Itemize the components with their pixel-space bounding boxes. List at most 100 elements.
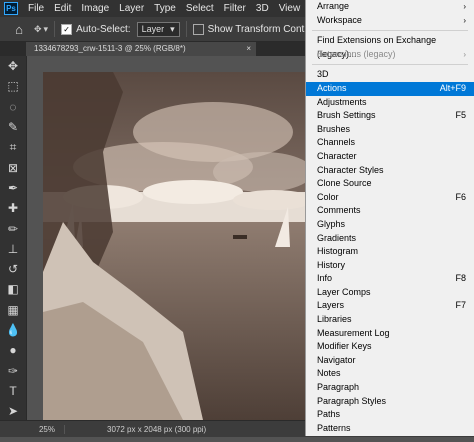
document-title: 1334678293_crw-1511-3 @ 25% (RGB/8*)	[34, 44, 186, 53]
menu-item-label: Character Styles	[317, 164, 384, 175]
menu-item-workspace[interactable]: Workspace ›	[306, 14, 474, 28]
menu-item-label: Patterns	[317, 422, 351, 433]
menu-item-label: History	[317, 259, 346, 270]
quick-select-icon[interactable]: ✎	[0, 117, 26, 137]
menu-item-actions[interactable]: Actions Alt+F9	[306, 81, 474, 96]
menu-item-histogram[interactable]: Histogram	[306, 245, 474, 259]
menu-item-label: Brushes	[317, 123, 351, 134]
document-info[interactable]: 3072 px x 2048 px (300 ppi)	[107, 425, 206, 434]
menu-edit[interactable]: Edit	[49, 0, 76, 17]
move-tool-preset[interactable]: ✥ ▾	[34, 24, 48, 35]
menu-item-patterns[interactable]: Patterns	[306, 422, 474, 436]
menu-item-arrange[interactable]: Arrange ›	[306, 0, 474, 14]
menu-item-label: Measurement Log	[317, 327, 390, 338]
menu-item-info[interactable]: Info F8	[306, 272, 474, 286]
chevron-down-icon: ▾	[43, 23, 49, 34]
path-select-icon[interactable]: ➤	[0, 401, 26, 421]
menu-item-history[interactable]: History	[306, 259, 474, 273]
menu-3d[interactable]: 3D	[251, 0, 274, 17]
menu-item-character-styles[interactable]: Character Styles	[306, 164, 474, 178]
menu-item-brushes[interactable]: Brushes	[306, 123, 474, 137]
menu-item-label: Extensions (legacy)	[317, 48, 396, 59]
menu-item-shortcut: F6	[455, 191, 466, 202]
menu-item-label: Layers	[317, 300, 345, 311]
auto-select-label: Auto-Select:	[76, 23, 131, 35]
zoom-level[interactable]: 25%	[30, 424, 65, 434]
lasso-icon[interactable]: ◌	[0, 97, 26, 117]
chevron-right-icon: ›	[463, 2, 466, 11]
auto-select-dropdown[interactable]: Layer ▾	[136, 21, 180, 37]
brush-icon[interactable]: ✏	[0, 218, 26, 238]
menu-separator	[312, 30, 468, 32]
history-brush-icon[interactable]: ↺	[0, 259, 26, 279]
menu-item-shortcut: F8	[455, 273, 466, 284]
menu-item-clone-source[interactable]: Clone Source	[306, 177, 474, 191]
menu-item-channels[interactable]: Channels	[306, 136, 474, 150]
eraser-icon[interactable]: ◧	[0, 279, 26, 299]
menu-item-shortcut: F5	[455, 110, 466, 121]
menu-view[interactable]: View	[274, 0, 306, 17]
document-image[interactable]	[43, 72, 305, 420]
healing-brush-icon[interactable]: ✚	[0, 198, 26, 218]
auto-select-value: Layer	[141, 24, 165, 34]
menu-select[interactable]: Select	[181, 0, 219, 17]
gradient-icon[interactable]: ▦	[0, 300, 26, 320]
type-icon[interactable]: T	[0, 381, 26, 401]
menu-item-label: Color	[317, 191, 339, 202]
photoshop-logo[interactable]: Ps	[4, 2, 18, 15]
crop-icon[interactable]: ⌗	[0, 137, 26, 157]
frame-icon[interactable]: ⊠	[0, 157, 26, 177]
menu-type[interactable]: Type	[149, 0, 181, 17]
menu-item-notes[interactable]: Notes	[306, 367, 474, 381]
menu-item-adjustments[interactable]: Adjustments	[306, 96, 474, 110]
blur-icon[interactable]: 💧	[0, 320, 26, 340]
menu-item-3d[interactable]: 3D	[306, 68, 474, 82]
menu-item-color[interactable]: Color F6	[306, 191, 474, 205]
menu-item-label: Paragraph	[317, 382, 360, 393]
menu-item-label: Character	[317, 150, 357, 161]
menu-item-navigator[interactable]: Navigator	[306, 354, 474, 368]
menu-item-label: Find Extensions on Exchange (legacy)...	[317, 35, 437, 59]
menu-item-gradients[interactable]: Gradients	[306, 232, 474, 246]
menu-item-label: Actions	[317, 82, 347, 93]
menu-item-libraries[interactable]: Libraries	[306, 313, 474, 327]
show-transform-label: Show Transform Controls	[207, 23, 321, 35]
menu-item-label: Notes	[317, 368, 341, 379]
menu-filter[interactable]: Filter	[219, 0, 251, 17]
tools-panel: ✥⬚◌✎⌗⊠✒✚✏⊥↺◧▦💧●✑T➤▭	[0, 56, 27, 438]
move-icon[interactable]: ✥	[0, 56, 26, 76]
chevron-right-icon: ›	[463, 49, 466, 59]
menu-item-paragraph[interactable]: Paragraph	[306, 381, 474, 395]
marquee-icon[interactable]: ⬚	[0, 76, 26, 96]
menu-item-paths[interactable]: Paths	[306, 408, 474, 422]
auto-select-checkbox[interactable]: ✓	[61, 23, 73, 35]
menu-item-find-extensions-on-exchange-legacy[interactable]: Find Extensions on Exchange (legacy)...	[306, 34, 474, 59]
menu-item-shortcut: F7	[455, 300, 466, 311]
menu-item-label: Arrange	[317, 1, 350, 11]
menu-file[interactable]: File	[23, 0, 49, 17]
home-icon[interactable]: ⌂	[10, 22, 28, 37]
menu-item-modifier-keys[interactable]: Modifier Keys	[306, 340, 474, 354]
document-tab[interactable]: 1334678293_crw-1511-3 @ 25% (RGB/8*) ×	[26, 42, 256, 56]
menu-item-character[interactable]: Character	[306, 150, 474, 164]
menu-layer[interactable]: Layer	[114, 0, 149, 17]
menu-item-paragraph-styles[interactable]: Paragraph Styles	[306, 395, 474, 409]
dodge-icon[interactable]: ●	[0, 340, 26, 360]
menu-item-glyphs[interactable]: Glyphs	[306, 218, 474, 232]
show-transform-checkbox[interactable]	[192, 23, 204, 35]
menu-item-label: Navigator	[317, 354, 356, 365]
menu-image[interactable]: Image	[76, 0, 114, 17]
menu-item-comments[interactable]: Comments	[306, 204, 474, 218]
pen-icon[interactable]: ✑	[0, 360, 26, 380]
menu-item-measurement-log[interactable]: Measurement Log	[306, 327, 474, 341]
menu-item-label: Channels	[317, 137, 356, 148]
clone-stamp-icon[interactable]: ⊥	[0, 239, 26, 259]
eyedropper-icon[interactable]: ✒	[0, 178, 26, 198]
menu-item-brush-settings[interactable]: Brush Settings F5	[306, 109, 474, 123]
chevron-right-icon: ›	[463, 15, 466, 25]
close-icon[interactable]: ×	[246, 42, 251, 56]
menu-item-layer-comps[interactable]: Layer Comps	[306, 286, 474, 300]
menu-item-label: Brush Settings	[317, 110, 376, 121]
menu-item-extensions-legacy: Extensions (legacy) ›	[306, 48, 474, 62]
menu-item-layers[interactable]: Layers F7	[306, 299, 474, 313]
